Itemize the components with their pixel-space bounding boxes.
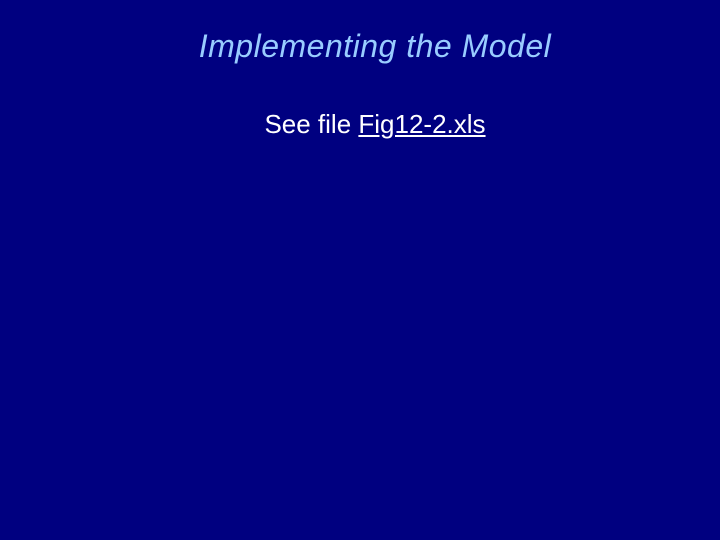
slide-title: Implementing the Model — [30, 28, 720, 65]
slide-container: Implementing the Model See file Fig12-2.… — [0, 0, 720, 540]
slide-body: See file Fig12-2.xls — [30, 109, 720, 140]
body-prefix-text: See file — [264, 109, 358, 139]
file-link[interactable]: Fig12-2.xls — [358, 109, 485, 139]
